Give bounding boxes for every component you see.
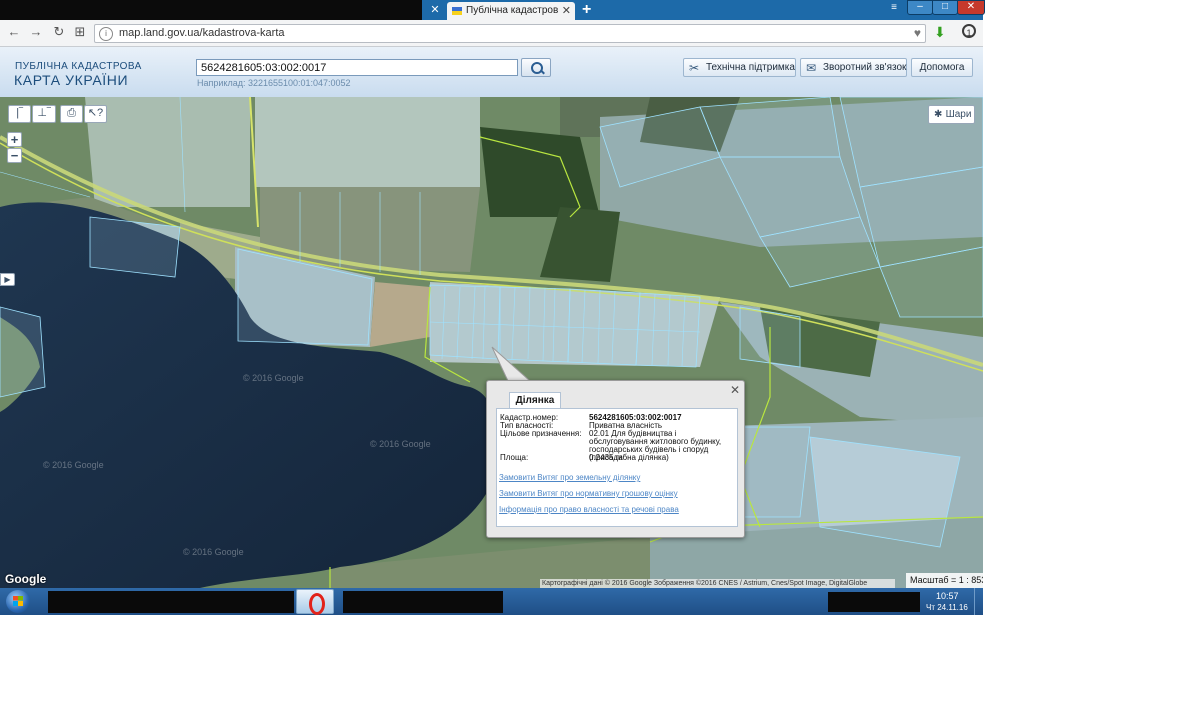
logo-line2: КАРТА УКРАЇНИ — [14, 72, 129, 88]
browser-nav-bar: ← → ↻ ⊞ i map.land.gov.ua/kadastrova-kar… — [0, 20, 983, 47]
envelope-icon: ✉ — [806, 61, 817, 75]
redacted-area — [48, 591, 294, 613]
taskbar-opera-button[interactable] — [296, 589, 334, 615]
google-watermark: © 2016 Google — [43, 460, 104, 470]
clock-time[interactable]: 10:57 — [936, 591, 959, 601]
zoom-in-button[interactable]: + — [7, 132, 22, 147]
close-tab-icon[interactable]: ✕ — [428, 3, 442, 17]
heart-icon[interactable]: ♥ — [914, 26, 921, 40]
cadastral-search-input[interactable] — [196, 59, 518, 76]
forward-arrow-icon[interactable]: → — [28, 24, 44, 40]
google-watermark: © 2016 Google — [183, 547, 244, 557]
link-ownership-info[interactable]: Інформація про право власності та речові… — [499, 505, 679, 514]
redacted-area — [0, 0, 422, 22]
logo-line1: ПУБЛІЧНА КАДАСТРОВА — [15, 61, 142, 72]
print-icon[interactable]: ⎙ — [60, 105, 83, 123]
popup-body: Кадастр.номер: 5624281605:03:002:0017 Ти… — [496, 408, 738, 527]
redacted-area — [343, 591, 503, 613]
redacted-area — [828, 592, 920, 612]
browser-tab-strip: ✕ Публічна кадастрова карт ✕ + ≡ ‒ □ ✕ — [0, 0, 985, 22]
search-hint: Наприклад: 3221655100:01:047:0052 — [197, 78, 351, 88]
zoom-out-button[interactable]: − — [7, 148, 22, 163]
site-info-icon[interactable]: i — [99, 27, 113, 41]
layers-label: Шари — [945, 109, 972, 120]
area-measure-icon[interactable]: ⊥‾ — [32, 105, 56, 123]
start-button[interactable] — [6, 590, 30, 613]
site-header: ПУБЛІЧНА КАДАСТРОВА КАРТА УКРАЇНИ Наприк… — [0, 47, 983, 98]
address-bar[interactable]: i map.land.gov.ua/kadastrova-karta ♥ — [94, 24, 926, 43]
gear-icon: ✱ — [934, 109, 943, 120]
google-watermark: © 2016 Google — [243, 373, 304, 383]
ruler-icon[interactable]: |‾ — [8, 105, 31, 123]
new-tab-button[interactable]: + — [582, 1, 591, 19]
popup-tab-parcel[interactable]: Ділянка — [509, 392, 561, 409]
layers-button[interactable]: ✱ Шари — [928, 105, 975, 124]
clock-date[interactable]: Чт 24.11.16 — [926, 603, 968, 612]
map-credits: Картографічні дані © 2016 Google Зображе… — [540, 579, 895, 588]
panel-expand-icon[interactable]: ▶ — [0, 273, 15, 286]
google-watermark: © 2016 Google — [370, 439, 431, 449]
close-tab-icon[interactable]: ✕ — [562, 4, 571, 17]
opera-icon — [309, 593, 325, 615]
url-text[interactable]: map.land.gov.ua/kadastrova-karta — [119, 27, 285, 39]
link-order-land-extract[interactable]: Замовити Витяг про земельну ділянку — [499, 473, 640, 482]
link-order-valuation-extract[interactable]: Замовити Витяг про нормативну грошову оц… — [499, 489, 678, 498]
download-arrow-icon[interactable]: ⬇ — [934, 24, 946, 41]
back-arrow-icon[interactable]: ← — [6, 24, 22, 40]
pointer-help-icon[interactable]: ↖? — [84, 105, 107, 123]
home-grid-icon[interactable]: ⊞ — [72, 24, 88, 40]
tab-title: Публічна кадастрова карт — [466, 5, 558, 16]
show-desktop-button[interactable] — [974, 588, 984, 615]
map-view[interactable]: © 2016 Google © 2016 Google © 2016 Googl… — [0, 97, 983, 588]
close-window-button[interactable]: ✕ — [957, 0, 985, 15]
browser-tab-active[interactable]: Публічна кадастрова карт ✕ — [447, 2, 575, 20]
maximize-button[interactable]: □ — [932, 0, 958, 15]
feedback-button[interactable]: ✉ Зворотний зв'язок — [800, 58, 907, 77]
close-icon[interactable]: ✕ — [730, 383, 740, 397]
search-button[interactable] — [521, 58, 551, 77]
support-button[interactable]: ✂ Технічна підтримка — [683, 58, 796, 77]
reload-icon[interactable]: ↻ — [51, 24, 67, 40]
parcel-info-popup: ✕ Ділянка Кадастр.номер: 5624281605:03:0… — [486, 380, 745, 538]
ukraine-flag-icon — [452, 7, 462, 15]
windows-taskbar: 10:57 Чт 24.11.16 — [0, 588, 983, 615]
menu-icon[interactable]: ≡ — [886, 2, 902, 15]
help-button[interactable]: Допомога — [911, 58, 973, 77]
google-logo: Google — [5, 572, 47, 586]
map-scale: Масштаб = 1 : 8531 — [906, 573, 983, 588]
minimize-button[interactable]: ‒ — [907, 0, 933, 15]
tools-icon: ✂ — [689, 61, 700, 75]
extension-icon[interactable]: 1 — [962, 24, 976, 38]
